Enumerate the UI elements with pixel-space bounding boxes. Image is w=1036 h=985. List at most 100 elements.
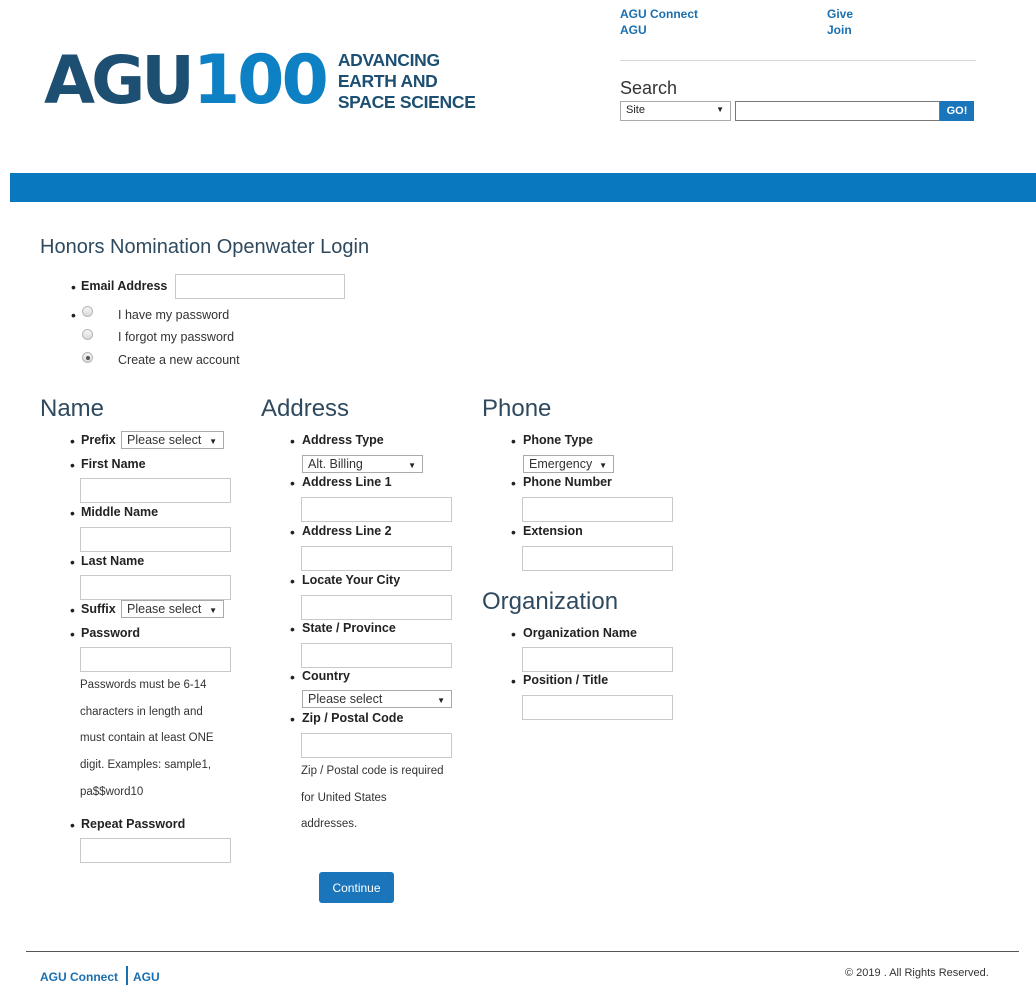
agu-link[interactable]: AGU (620, 23, 647, 37)
zip-label: Zip / Postal Code (302, 711, 404, 725)
bullet: • (511, 433, 516, 449)
password-help-line: Passwords must be 6-14 (80, 679, 207, 691)
radio-forgot-password-label: I forgot my password (118, 330, 235, 344)
agu100-logo[interactable]: AGU 100 ADVANCING EARTH AND SPACE SCIENC… (44, 41, 476, 120)
address-line1-field[interactable] (301, 497, 452, 522)
address-type-select[interactable]: Alt. Billing ▼ (302, 455, 423, 473)
last-name-label: Last Name (81, 554, 145, 568)
logo-tagline-line: SPACE SCIENCE (337, 91, 476, 112)
continue-button[interactable]: Continue (319, 872, 394, 903)
organization-name-label: Organization Name (523, 626, 637, 640)
footer-agu-connect-link[interactable]: AGU Connect (40, 970, 118, 984)
extension-field[interactable] (522, 546, 673, 571)
country-select[interactable]: Please select ▼ (302, 690, 452, 708)
extension-label: Extension (523, 524, 583, 538)
search-scope-select[interactable]: Site ▼ (620, 101, 731, 121)
suffix-label: Suffix (81, 602, 116, 616)
footer-agu-link[interactable]: AGU (133, 970, 160, 984)
phone-heading: Phone (482, 395, 552, 422)
logo-100-text: 100 (192, 41, 329, 120)
page-title: Honors Nomination Openwater Login (40, 236, 370, 258)
address-type-value: Alt. Billing (308, 457, 363, 471)
bullet: • (71, 279, 76, 295)
first-name-label: First Name (81, 457, 146, 471)
email-label: Email Address (81, 279, 168, 293)
footer-divider (26, 951, 1019, 952)
bullet: • (290, 711, 295, 727)
bullet: • (70, 554, 75, 570)
search-go-button[interactable]: GO! (940, 101, 974, 121)
chevron-down-icon: ▼ (209, 437, 217, 446)
address-line1-label: Address Line 1 (302, 475, 392, 489)
bullet: • (71, 307, 76, 323)
bullet: • (290, 475, 295, 491)
prefix-select-value: Please select (127, 433, 202, 447)
give-link[interactable]: Give (827, 7, 853, 21)
state-field[interactable] (301, 643, 452, 668)
position-title-field[interactable] (522, 695, 673, 720)
bullet: • (290, 433, 295, 449)
password-label: Password (81, 626, 141, 640)
prefix-select[interactable]: Please select ▼ (121, 431, 224, 449)
country-select-value: Please select (308, 692, 383, 706)
suffix-select[interactable]: Please select ▼ (121, 600, 224, 618)
search-scope-value: Site (626, 104, 645, 116)
copyright-text: © 2019 . All Rights Reserved. (845, 967, 989, 979)
radio-create-account-label: Create a new account (118, 353, 240, 367)
logo-tagline-line: EARTH AND (337, 70, 438, 91)
agu-connect-link[interactable]: AGU Connect (620, 7, 698, 21)
repeat-password-field[interactable] (80, 838, 231, 863)
password-help-line: characters in length and (80, 705, 203, 718)
radio-create-account[interactable] (82, 352, 93, 363)
password-help-line: must contain at least ONE (80, 732, 214, 745)
footer-separator (126, 966, 128, 985)
middle-name-field[interactable] (80, 527, 231, 552)
prefix-label: Prefix (81, 433, 116, 447)
first-name-field[interactable] (80, 478, 231, 503)
radio-have-password[interactable] (82, 306, 93, 317)
last-name-field[interactable] (80, 575, 231, 600)
search-input[interactable] (735, 101, 940, 121)
suffix-select-value: Please select (127, 602, 202, 616)
position-title-label: Position / Title (523, 673, 609, 687)
zip-help: Zip / Postal code is required for United… (301, 758, 444, 838)
radio-forgot-password[interactable] (82, 329, 93, 340)
logo-agu-text: AGU (44, 42, 195, 119)
bullet: • (70, 457, 75, 473)
logo-tagline: ADVANCING EARTH AND SPACE SCIENCE (338, 50, 476, 113)
address-line2-field[interactable] (301, 546, 452, 571)
phone-type-value: Emergency (529, 457, 593, 471)
bullet: • (290, 573, 295, 589)
header-divider (620, 60, 976, 61)
bullet: • (290, 621, 295, 637)
join-link[interactable]: Join (827, 23, 852, 37)
email-field[interactable] (175, 274, 345, 299)
password-help-line: pa$$word10 (80, 785, 144, 798)
name-heading: Name (40, 395, 105, 422)
bullet: • (70, 505, 75, 521)
address-type-label: Address Type (302, 433, 384, 447)
bullet: • (70, 602, 75, 618)
logo-tagline-line: ADVANCING (337, 49, 440, 70)
bullet: • (290, 669, 295, 685)
zip-help-line: Zip / Postal code is required (301, 765, 444, 777)
organization-name-field[interactable] (522, 647, 673, 672)
phone-type-select[interactable]: Emergency ▼ (523, 455, 614, 473)
bullet: • (511, 524, 516, 540)
password-field[interactable] (80, 647, 231, 672)
phone-number-label: Phone Number (523, 475, 612, 489)
radio-have-password-label: I have my password (118, 308, 230, 322)
zip-field[interactable] (301, 733, 452, 758)
middle-name-label: Middle Name (81, 505, 159, 519)
city-field[interactable] (301, 595, 452, 620)
bullet: • (511, 475, 516, 491)
bullet: • (511, 626, 516, 642)
phone-number-field[interactable] (522, 497, 673, 522)
bullet: • (511, 673, 516, 689)
organization-heading: Organization (482, 588, 619, 615)
address-line2-label: Address Line 2 (302, 524, 392, 538)
state-label: State / Province (302, 621, 396, 635)
password-help-line: digit. Examples: sample1, (80, 759, 212, 772)
country-label: Country (302, 669, 350, 683)
zip-help-line: for United States (301, 791, 387, 804)
